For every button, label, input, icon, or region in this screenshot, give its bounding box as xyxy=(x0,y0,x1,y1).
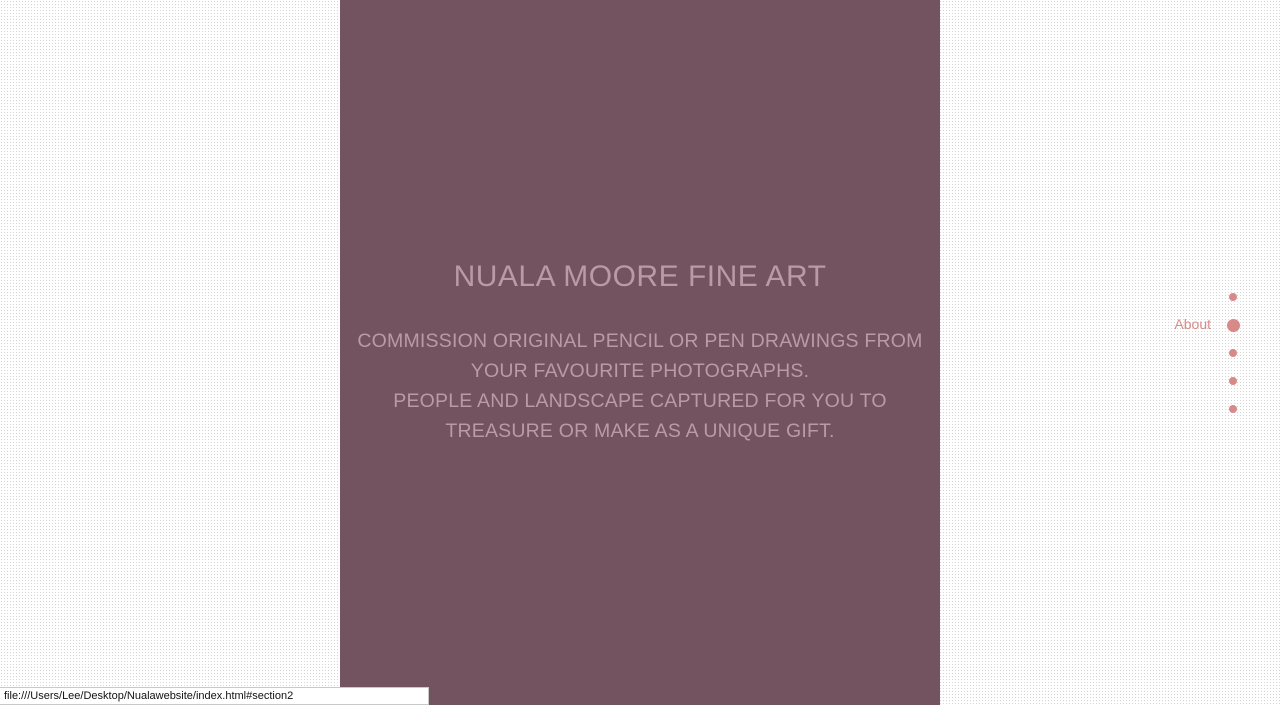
hero-line-3: PEOPLE AND LANDSCAPE CAPTURED FOR YOU TO xyxy=(393,390,887,412)
dot-icon xyxy=(1229,293,1237,301)
nav-dot-section-4[interactable] xyxy=(1160,369,1270,393)
dot-icon xyxy=(1229,349,1237,357)
nav-dot-section-5[interactable] xyxy=(1160,397,1270,421)
hero-line-2: YOUR FAVOURITE PHOTOGRAPHS. xyxy=(470,360,810,382)
dot-icon xyxy=(1229,405,1237,413)
nav-dot-label-about: About xyxy=(1174,316,1211,332)
nav-dot-section-1[interactable] xyxy=(1160,285,1270,309)
nav-dot-section-2-about[interactable]: About xyxy=(1160,313,1270,337)
hero-line-1: COMMISSION ORIGINAL PENCIL OR PEN DRAWIN… xyxy=(357,330,923,352)
dot-icon xyxy=(1229,377,1237,385)
hero-description: COMMISSION ORIGINAL PENCIL OR PEN DRAWIN… xyxy=(350,326,930,446)
hero-line-4: TREASURE OR MAKE AS A UNIQUE GIFT. xyxy=(445,420,835,442)
nav-dot-section-3[interactable] xyxy=(1160,341,1270,365)
site-title: NUALA MOORE FINE ART xyxy=(453,260,827,293)
section-dot-navigation: About xyxy=(1160,285,1270,425)
browser-status-bar-url: file:///Users/Lee/Desktop/Nualawebsite/i… xyxy=(0,687,429,705)
hero-panel: NUALA MOORE FINE ART COMMISSION ORIGINAL… xyxy=(340,0,940,705)
dot-icon-active xyxy=(1227,319,1240,332)
